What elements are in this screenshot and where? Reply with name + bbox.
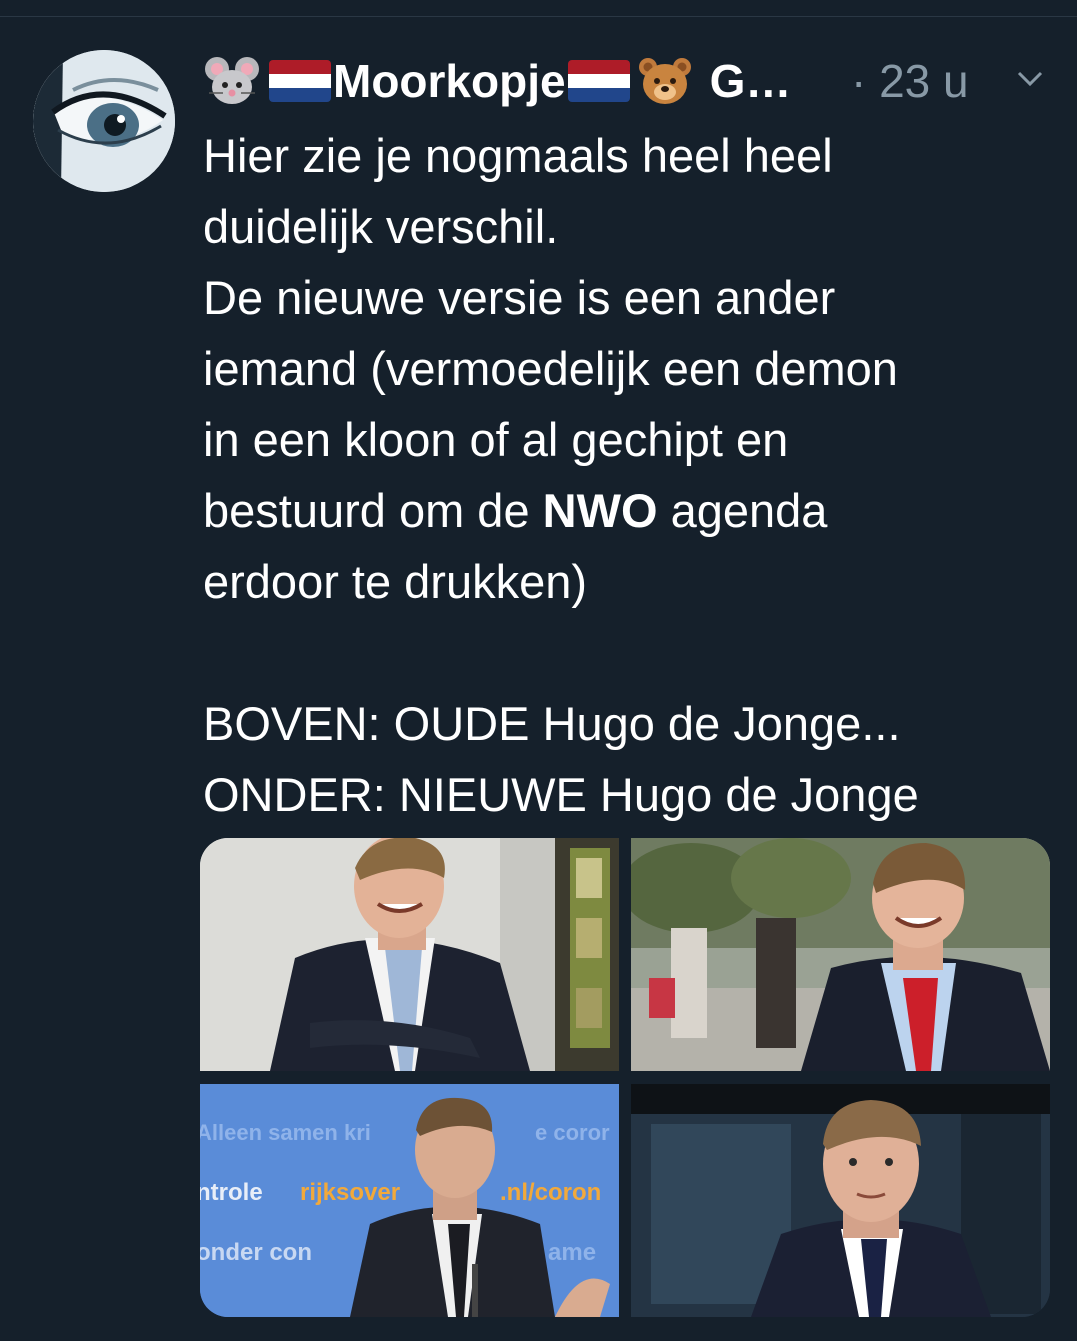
tweet-line: iemand (vermoedelijk een demon [203,342,898,395]
tweet-line: bestuurd om de NWO agenda [203,475,1063,546]
divider [0,16,1077,17]
photo-top-left[interactable] [200,838,619,1071]
bear-emoji-icon [636,55,694,107]
media-grid: Alleen samen kri e coror ntrole rijksove… [200,838,1050,1317]
tweet-line: erdoor te drukken) [203,555,588,608]
dutch-flag-icon [269,60,331,102]
photo-bottom-left[interactable]: Alleen samen kri e coror ntrole rijksove… [200,1084,619,1317]
tweet-header: Moorkopje G… · 23 u [203,50,1053,112]
photo-bottom-right[interactable] [631,1084,1050,1317]
photo-caption: onder con [200,1239,312,1266]
photo-caption: Alleen samen kri [200,1120,371,1145]
tweet-line: De nieuwe versie is een ander [203,271,836,324]
photo-caption: ame [548,1239,596,1266]
chevron-down-icon[interactable] [1015,64,1045,94]
timestamp[interactable]: · 23 u [851,50,969,112]
tweet-line: ONDER: NIEUWE Hugo de Jonge [203,768,919,821]
photo-caption: ntrole [200,1179,263,1206]
avatar[interactable] [33,50,175,192]
tweet-line: in een kloon of al gechipt en [203,413,789,466]
author-name-truncated: G… [709,55,792,107]
photo-caption: rijksover [300,1179,400,1206]
tweet-line: BOVEN: OUDE Hugo de Jonge... [203,697,901,750]
avatar-image [33,50,175,192]
mouse-emoji-icon [203,55,261,107]
photo-caption: e coror [535,1120,610,1145]
tweet-line: duidelijk verschil. [203,200,559,253]
dutch-flag-icon [567,60,630,102]
tweet-text: Hier zie je nogmaals heel heel duidelijk … [203,120,1063,830]
author-name: Moorkopje [333,55,566,107]
tweet-line: Hier zie je nogmaals heel heel [203,129,833,182]
author-name-row[interactable]: Moorkopje G… [203,50,791,112]
photo-top-right[interactable] [631,838,1050,1071]
tweet-text-segment: bestuurd om de [203,484,543,537]
tweet-text-segment: agenda [657,484,828,537]
photo-caption: .nl/coron [500,1179,601,1206]
tweet-bold-segment: NWO [542,484,658,537]
